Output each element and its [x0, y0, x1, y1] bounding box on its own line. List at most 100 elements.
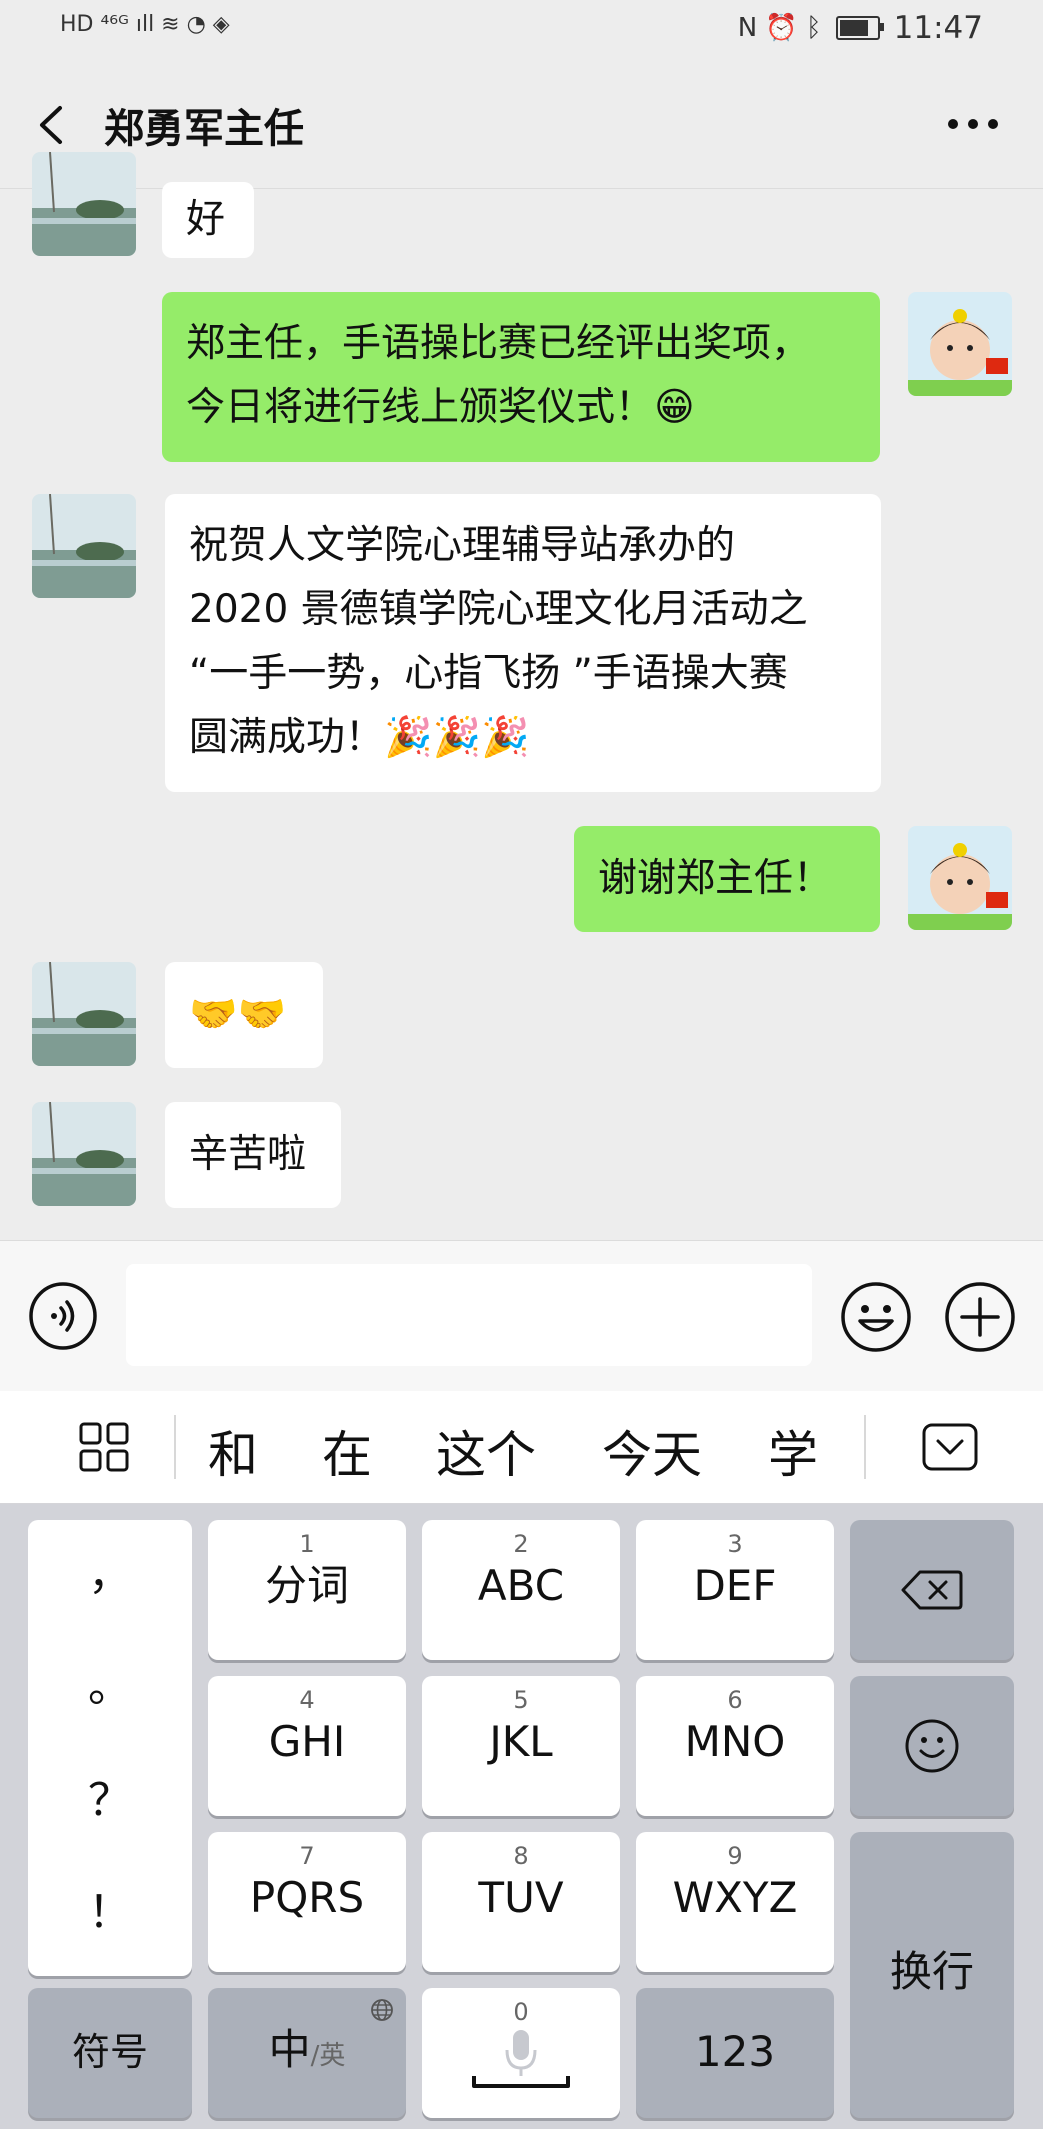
punctuation-key[interactable]: ， [28, 1538, 192, 1602]
key-number: 9 [727, 1842, 743, 1870]
key-label: WXYZ [672, 1873, 798, 1922]
divider [174, 1415, 176, 1479]
message-text: 好 [186, 197, 226, 242]
microphone-space-icon [472, 2030, 570, 2088]
punctuation-key[interactable]: ！ [28, 1876, 192, 1940]
collapse-keyboard-button[interactable] [922, 1423, 978, 1471]
message-bubble-incoming[interactable]: 好 [162, 182, 254, 258]
punctuation-key[interactable]: ？ [28, 1764, 192, 1828]
symbol-key[interactable]: 符号 [28, 1988, 192, 2118]
key-number: 0 [513, 1998, 529, 2026]
contact-avatar[interactable] [32, 494, 136, 598]
message-text: 🤝🤝 [189, 992, 287, 1037]
key-label: 中 [268, 2025, 311, 2074]
divider [864, 1415, 866, 1479]
key-3[interactable]: 3 DEF [636, 1520, 834, 1660]
message-bubble-incoming[interactable]: 🤝🤝 [165, 962, 323, 1068]
message-input[interactable] [126, 1264, 812, 1366]
message-bubble-outgoing[interactable]: 谢谢郑主任！ [574, 826, 880, 932]
key-number: 6 [727, 1686, 743, 1714]
key-number: 8 [513, 1842, 529, 1870]
input-bar [0, 1240, 1043, 1392]
status-left-icons: HD ⁴⁶ᴳ ıll ≋ ◔ ◈ [60, 12, 230, 37]
key-number: 5 [513, 1686, 529, 1714]
keyboard-collapse-icon [922, 1423, 978, 1471]
enter-key[interactable]: 换行 [850, 1832, 1014, 2118]
key-label: 123 [694, 2027, 776, 2076]
key-sublabel: /英 [310, 2041, 346, 2071]
ime-candidate-bar: 和 在 这个 今天 学 [0, 1391, 1043, 1504]
voice-input-button[interactable] [28, 1281, 98, 1351]
key-label: GHI [268, 1717, 346, 1766]
key-2[interactable]: 2 ABC [422, 1520, 620, 1660]
grid-icon [79, 1422, 129, 1472]
message-text-line: “一手一势，心指飞扬 ”手语操大赛 [189, 651, 788, 696]
backspace-icon [901, 1570, 963, 1610]
message-bubble-incoming[interactable]: 祝贺人文学院心理辅导站承办的 2020 景德镇学院心理文化月活动之 “一手一势，… [165, 494, 881, 792]
contact-avatar[interactable] [32, 152, 136, 256]
network-status-icons: HD ⁴⁶ᴳ ıll ≋ ◔ ◈ [60, 12, 230, 37]
key-4[interactable]: 4 GHI [208, 1676, 406, 1816]
voice-icon [29, 1282, 97, 1350]
language-switch-key[interactable]: 中/英 [208, 1988, 406, 2118]
contact-avatar[interactable] [32, 962, 136, 1066]
globe-icon [371, 1999, 393, 2021]
my-avatar[interactable] [908, 292, 1012, 396]
key-label: JKL [489, 1717, 553, 1766]
numbers-key[interactable]: 123 [636, 1988, 834, 2118]
emoji-button[interactable] [840, 1281, 912, 1353]
key-1[interactable]: 1 分词 [208, 1520, 406, 1660]
status-right-icons: N ⏰ ᛒ [737, 13, 822, 43]
key-label: TUV [478, 1873, 564, 1922]
more-functions-button[interactable] [944, 1281, 1016, 1353]
space-key[interactable]: 0 [422, 1988, 620, 2118]
more-dots-icon [948, 119, 998, 129]
back-button[interactable] [30, 102, 76, 148]
chat-header: 郑勇军主任 [0, 62, 1043, 189]
key-label: ABC [477, 1561, 565, 1610]
key-number: 2 [513, 1530, 529, 1558]
lake-landscape-avatar-icon [32, 1102, 136, 1206]
contact-avatar[interactable] [32, 1102, 136, 1206]
ime-menu-button[interactable] [78, 1421, 130, 1473]
candidate-word[interactable]: 和 [208, 1415, 258, 1487]
key-number: 7 [299, 1842, 315, 1870]
punctuation-key-column[interactable]: ， 。 ？ ！ [28, 1520, 192, 1976]
message-bubble-incoming[interactable]: 辛苦啦 [165, 1102, 341, 1208]
child-photo-avatar-icon [908, 826, 1012, 930]
chat-title: 郑勇军主任 [104, 106, 304, 152]
more-button[interactable] [943, 106, 1003, 142]
message-bubble-outgoing[interactable]: 郑主任，手语操比赛已经评出奖项， 今日将进行线上颁奖仪式！😁 [162, 292, 880, 462]
my-avatar[interactable] [908, 826, 1012, 930]
key-5[interactable]: 5 JKL [422, 1676, 620, 1816]
emoji-key[interactable] [850, 1676, 1014, 1816]
candidate-word[interactable]: 学 [768, 1415, 818, 1487]
status-time: 11:47 [893, 10, 983, 46]
smiley-icon [841, 1282, 911, 1352]
backspace-key[interactable] [850, 1520, 1014, 1660]
key-label: PQRS [249, 1873, 365, 1922]
status-bar: HD ⁴⁶ᴳ ıll ≋ ◔ ◈ N ⏰ ᛒ 11:47 [0, 0, 1043, 62]
candidate-word[interactable]: 今天 [602, 1415, 702, 1487]
key-label: 分词 [264, 1561, 349, 1610]
candidate-word[interactable]: 这个 [436, 1415, 536, 1487]
candidate-word[interactable]: 在 [322, 1415, 372, 1487]
message-text: 谢谢郑主任！ [598, 856, 833, 901]
chevron-left-icon [40, 106, 62, 144]
message-text-line: 圆满成功！🎉🎉🎉 [189, 715, 530, 760]
key-number: 3 [727, 1530, 743, 1558]
punctuation-key[interactable]: 。 [28, 1650, 192, 1714]
status-right: N ⏰ ᛒ 11:47 [738, 10, 983, 46]
message-text-line: 郑主任，手语操比赛已经评出奖项， [186, 321, 811, 366]
plus-circle-icon [945, 1282, 1015, 1352]
key-8[interactable]: 8 TUV [422, 1832, 620, 1972]
smiley-icon [905, 1719, 959, 1773]
message-text-line: 今日将进行线上颁奖仪式！😁 [186, 385, 695, 430]
key-9[interactable]: 9 WXYZ [636, 1832, 834, 1972]
key-label: DEF [693, 1561, 777, 1610]
message-text: 辛苦啦 [189, 1132, 307, 1177]
message-text-line: 2020 景德镇学院心理文化月活动之 [189, 587, 808, 632]
key-6[interactable]: 6 MNO [636, 1676, 834, 1816]
key-number: 4 [299, 1686, 315, 1714]
key-7[interactable]: 7 PQRS [208, 1832, 406, 1972]
